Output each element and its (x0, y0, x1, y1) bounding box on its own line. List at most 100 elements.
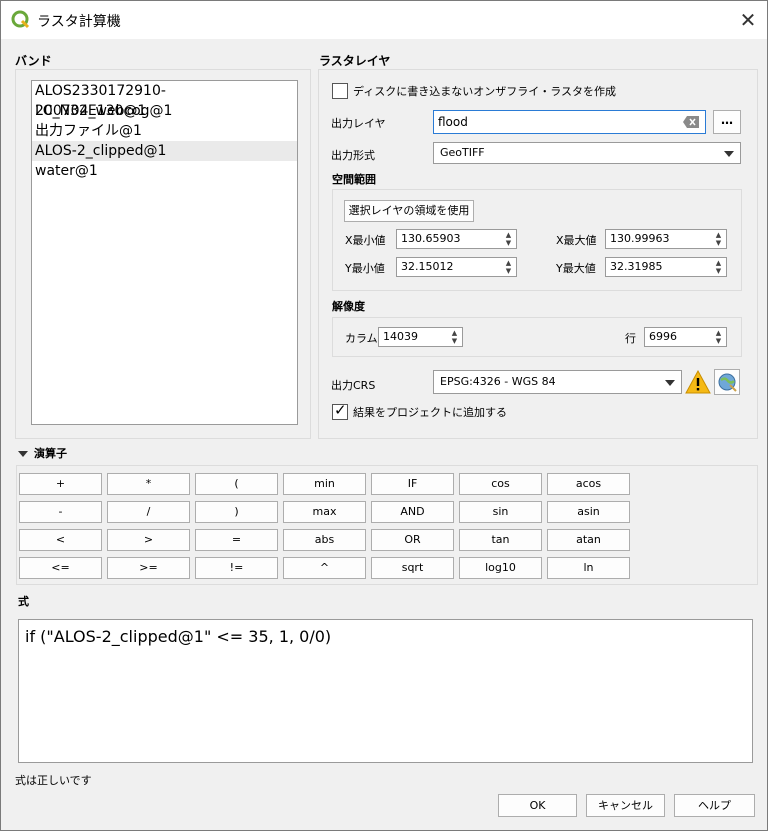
xmax-spinbox[interactable]: 130.99963 ▲ ▼ (605, 229, 727, 249)
on-the-fly-label: ディスクに書き込まないオンザフライ・ラスタを作成 (353, 85, 617, 98)
operator-button[interactable]: OR (371, 529, 454, 551)
spin-arrows-icon[interactable]: ▲ ▼ (714, 259, 723, 275)
ymax-label: Y最大値 (556, 262, 596, 275)
globe-icon (718, 373, 737, 392)
qgis-icon (11, 10, 30, 29)
ymax-spinbox[interactable]: 32.31985 ▲ ▼ (605, 257, 727, 277)
operator-button[interactable]: > (107, 529, 190, 551)
operator-button[interactable]: log10 (459, 557, 542, 579)
xmin-spinbox[interactable]: 130.65903 ▲ ▼ (396, 229, 517, 249)
operator-button[interactable]: <= (19, 557, 102, 579)
on-the-fly-checkbox[interactable] (332, 83, 348, 99)
output-format-value: GeoTIFF (440, 146, 485, 159)
bands-header: バンド (15, 54, 52, 68)
operator-button[interactable]: abs (283, 529, 366, 551)
close-icon[interactable]: ✕ (737, 9, 759, 31)
operator-button[interactable]: / (107, 501, 190, 523)
chevron-down-icon (665, 380, 675, 386)
operator-button[interactable]: + (19, 473, 102, 495)
operator-button[interactable]: max (283, 501, 366, 523)
operators-panel: + *(min IF cos acos - /) max AND sin asin < > = abs OR t… (16, 465, 758, 585)
operator-button[interactable]: * (107, 473, 190, 495)
ok-button[interactable]: OK (498, 794, 577, 817)
output-format-select[interactable]: GeoTIFF (433, 142, 741, 164)
spin-arrows-icon[interactable]: ▲ ▼ (450, 329, 459, 345)
band-list-item[interactable]: ALOS-2_clipped@1 (32, 141, 297, 161)
band-list-item[interactable]: 出力ファイル@1 (32, 121, 297, 141)
ymin-value: 32.15012 (401, 260, 454, 273)
title-bar: ラスタ計算機 ✕ (1, 1, 767, 39)
ymin-label: Y最小値 (345, 262, 385, 275)
cancel-button[interactable]: キャンセル (586, 794, 665, 817)
operators-header: 演算子 (34, 447, 67, 460)
crs-selector-button[interactable] (714, 369, 740, 395)
ok-label: OK (529, 799, 546, 812)
use-selected-extent-button[interactable]: 選択レイヤの領域を使用 (344, 200, 474, 222)
rows-spinbox[interactable]: 6996 ▲ ▼ (644, 327, 727, 347)
chevron-down-icon (724, 151, 734, 157)
operator-button[interactable]: acos (547, 473, 630, 495)
rows-value: 6996 (649, 330, 677, 343)
xmax-value: 130.99963 (610, 232, 670, 245)
spin-arrows-icon[interactable]: ▲ ▼ (714, 231, 723, 247)
operator-button[interactable]: asin (547, 501, 630, 523)
collapse-triangle-icon[interactable] (18, 449, 28, 459)
expression-text: if ("ALOS-2_clipped@1" <= 35, 1, 0/0) (25, 627, 332, 646)
output-crs-select[interactable]: EPSG:4326 - WGS 84 (433, 370, 682, 394)
browse-button-label: … (721, 113, 733, 127)
expression-status: 式は正しいです (15, 774, 92, 787)
output-layer-value: flood (438, 115, 468, 129)
output-crs-label: 出力CRS (331, 379, 376, 392)
output-layer-label: 出力レイヤ (331, 117, 386, 130)
operator-button[interactable]: ) (195, 501, 278, 523)
operator-button[interactable]: atan (547, 529, 630, 551)
operator-button[interactable]: IF (371, 473, 454, 495)
operator-button[interactable]: sqrt (371, 557, 454, 579)
bands-list[interactable]: ALOS2330172910-200704_webcog@1 LC_N32E130… (31, 80, 298, 425)
columns-label: カラム (345, 332, 378, 345)
raster-calculator-dialog: ラスタ計算機 ✕ バンド ALOS2330172910-200704_webco… (0, 0, 768, 831)
ymax-value: 32.31985 (610, 260, 663, 273)
operator-button[interactable]: ln (547, 557, 630, 579)
columns-spinbox[interactable]: 14039 ▲ ▼ (378, 327, 463, 347)
clear-icon[interactable] (683, 116, 699, 128)
operator-button[interactable]: < (19, 529, 102, 551)
operator-button[interactable]: != (195, 557, 278, 579)
output-layer-input[interactable]: flood (433, 110, 706, 134)
operator-button[interactable]: - (19, 501, 102, 523)
operator-button[interactable]: AND (371, 501, 454, 523)
operator-button[interactable]: cos (459, 473, 542, 495)
operator-button[interactable]: sin (459, 501, 542, 523)
operator-button[interactable]: tan (459, 529, 542, 551)
band-list-item[interactable]: water@1 (32, 161, 297, 181)
use-selected-extent-label: 選択レイヤの領域を使用 (348, 204, 470, 217)
operator-button[interactable]: ^ (283, 557, 366, 579)
operator-button[interactable]: >= (107, 557, 190, 579)
resolution-header: 解像度 (332, 300, 365, 313)
spin-arrows-icon[interactable]: ▲ ▼ (504, 259, 513, 275)
expression-editor[interactable]: if ("ALOS-2_clipped@1" <= 35, 1, 0/0) (18, 619, 753, 763)
help-label: ヘルプ (698, 799, 731, 812)
add-to-project-label: 結果をプロジェクトに追加する (353, 406, 507, 419)
output-crs-value: EPSG:4326 - WGS 84 (440, 375, 556, 388)
extent-header: 空間範囲 (332, 173, 376, 186)
add-to-project-checkbox[interactable] (332, 401, 348, 420)
band-list-item[interactable]: ALOS2330172910-200704_webcog@1 (32, 81, 297, 119)
rows-label: 行 (625, 332, 636, 345)
output-format-label: 出力形式 (331, 149, 375, 162)
xmin-label: X最小値 (345, 234, 386, 247)
browse-button[interactable]: … (713, 110, 741, 134)
help-button[interactable]: ヘルプ (674, 794, 755, 817)
cancel-label: キャンセル (598, 799, 653, 812)
spin-arrows-icon[interactable]: ▲ ▼ (714, 329, 723, 345)
spin-arrows-icon[interactable]: ▲ ▼ (504, 231, 513, 247)
window-title: ラスタ計算機 (37, 14, 121, 30)
ymin-spinbox[interactable]: 32.15012 ▲ ▼ (396, 257, 517, 277)
operator-button[interactable]: = (195, 529, 278, 551)
columns-value: 14039 (383, 330, 418, 343)
xmax-label: X最大値 (556, 234, 597, 247)
operator-button[interactable]: ( (195, 473, 278, 495)
expression-header: 式 (18, 595, 29, 608)
operator-button[interactable]: min (283, 473, 366, 495)
warning-icon (685, 370, 711, 394)
